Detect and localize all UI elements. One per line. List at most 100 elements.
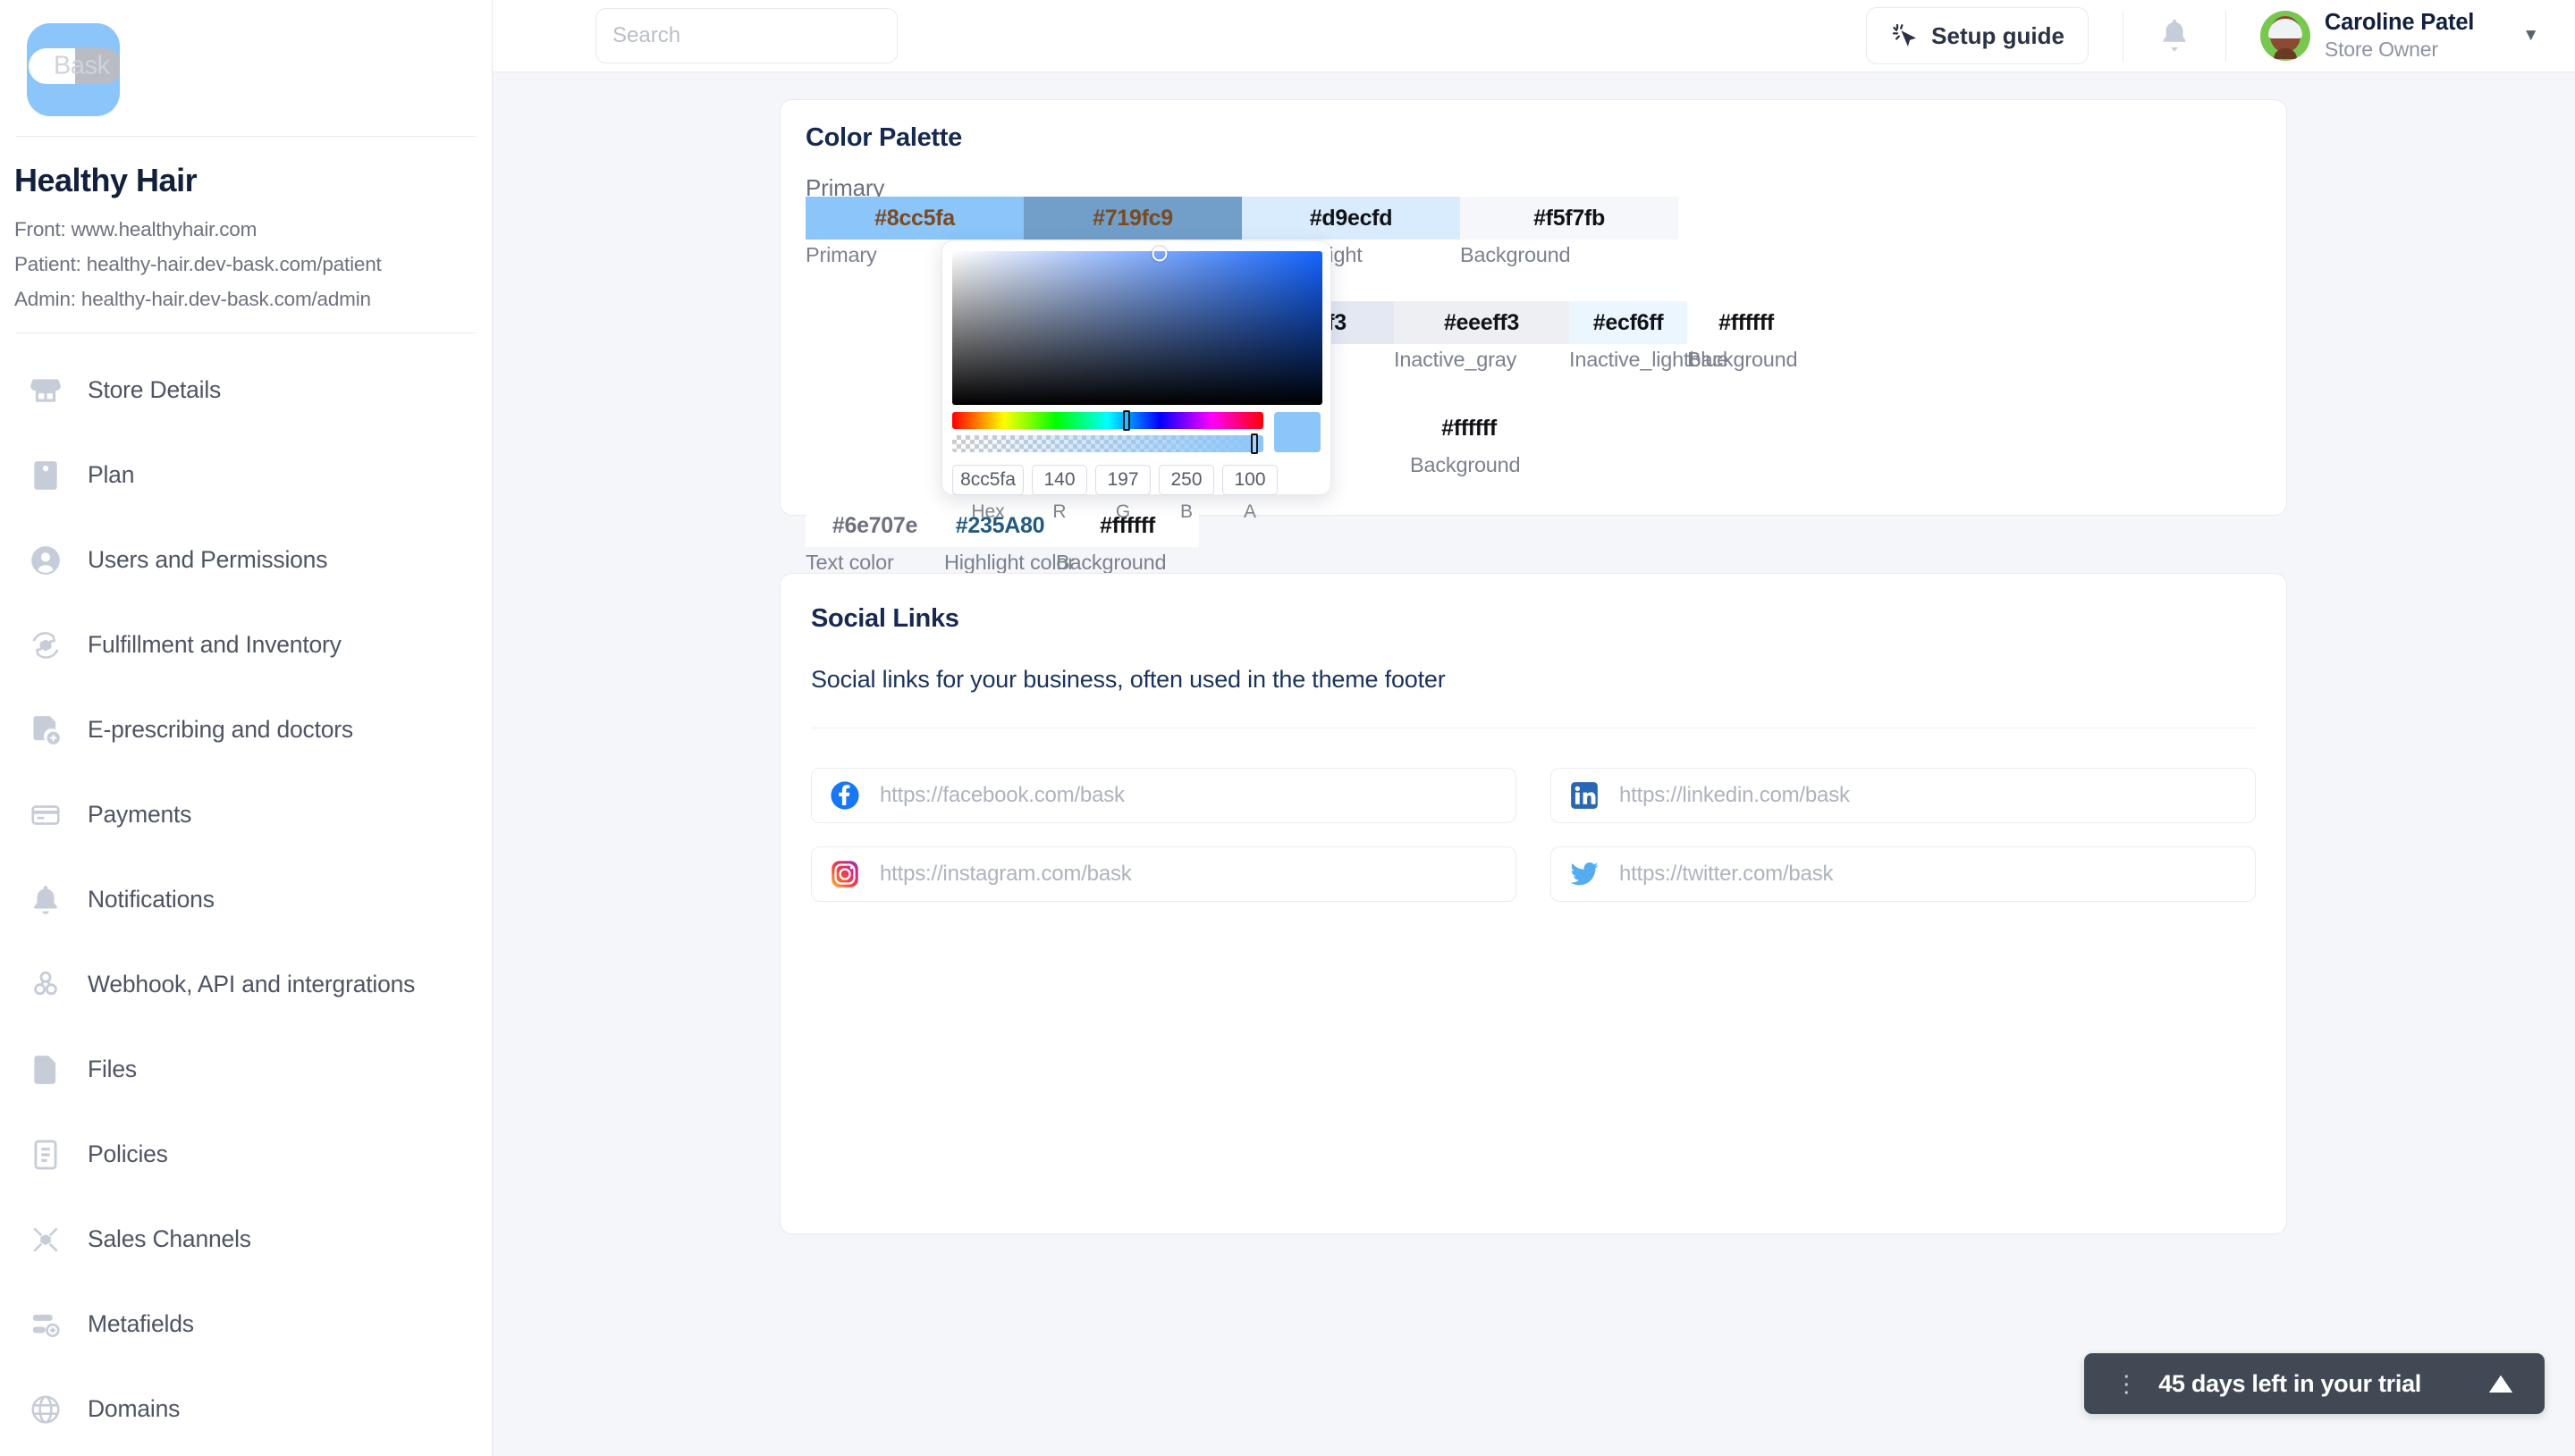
color-swatch[interactable]: #719fc9	[1024, 197, 1242, 240]
content-scroll-area: Color Palette Primary #8cc5fa Primary #7…	[493, 72, 2575, 1456]
user-text-block: Caroline Patel Store Owner	[2325, 9, 2474, 63]
setup-guide-button[interactable]: Setup guide	[1866, 7, 2089, 64]
picker-bars-row	[952, 410, 1321, 454]
swatch-hex: #ecf6ff	[1592, 309, 1664, 335]
color-swatch[interactable]: #ecf6ff	[1569, 301, 1687, 344]
hue-slider[interactable]	[952, 410, 1263, 431]
color-swatch[interactable]: #ffffff	[1687, 301, 1805, 344]
storefront-icon	[27, 372, 64, 409]
color-swatch[interactable]: #6e707e	[806, 504, 944, 547]
kebab-menu-icon[interactable]: ⋮	[2115, 1372, 2139, 1395]
social-links-subtitle: Social links for your business, often us…	[811, 666, 1446, 693]
g-input[interactable]	[1095, 465, 1151, 495]
color-palette-inner: Color Palette Primary #8cc5fa Primary #7…	[781, 100, 2286, 574]
hex-input[interactable]	[952, 465, 1024, 495]
search-input[interactable]: Search	[595, 8, 898, 63]
b-field-group: B	[1159, 465, 1214, 523]
instagram-url-input[interactable]: https://instagram.com/bask	[811, 846, 1516, 902]
social-links-inner: Social Links Social links for your busin…	[781, 574, 2286, 902]
logo-container[interactable]: Bask	[0, 0, 492, 116]
user-circle-icon	[27, 542, 64, 579]
user-menu[interactable]: Caroline Patel Store Owner ▼	[2259, 9, 2539, 63]
user-name: Caroline Patel	[2324, 10, 2475, 35]
sidebar-item-label: Notifications	[88, 886, 215, 913]
box-refresh-icon	[27, 627, 64, 664]
sidebar-item-label: Files	[88, 1056, 137, 1082]
saturation-value-area[interactable]	[952, 246, 1322, 405]
plan-card-icon	[27, 457, 64, 494]
store-url-admin: Admin: healthy-hair.dev-bask.com/admin	[14, 288, 371, 310]
trial-banner[interactable]: ⋮ 45 days left in your trial	[2084, 1353, 2545, 1414]
color-swatch[interactable]: #eeeff3	[1394, 301, 1569, 344]
swatch-hex: #ffffff	[1441, 415, 1497, 441]
hue-slider-handle[interactable]	[1123, 410, 1131, 431]
color-palette-card: Color Palette Primary #8cc5fa Primary #7…	[780, 99, 2287, 574]
palette-row-primary: #8cc5fa Primary #719fc9 Primary_dark	[806, 197, 1678, 266]
sidebar-item-payments[interactable]: Payments	[0, 772, 492, 857]
file-icon	[27, 1051, 64, 1089]
facebook-placeholder: https://facebook.com/bask	[880, 783, 1125, 807]
sidebar-item-policies[interactable]: Policies	[0, 1112, 492, 1197]
swatch-hex: #8cc5fa	[874, 205, 955, 231]
search-placeholder: Search	[612, 23, 681, 47]
instagram-placeholder: https://instagram.com/bask	[880, 862, 1132, 886]
main-area: Search Setup guide Caroline Patel Store …	[493, 0, 2575, 1456]
color-swatch[interactable]: #f5f7fb	[1460, 197, 1678, 240]
a-label: A	[1243, 501, 1256, 522]
color-swatch[interactable]: #d9ecfd	[1242, 197, 1460, 240]
notifications-bell-icon[interactable]	[2157, 16, 2191, 55]
sidebar-item-notifications[interactable]: Notifications	[0, 857, 492, 942]
social-links-grid: https://facebook.com/bask https://linked…	[811, 768, 2256, 902]
a-input[interactable]	[1222, 465, 1278, 495]
sidebar-item-domains[interactable]: Domains	[0, 1367, 492, 1452]
sidebar-nav: Store Details Plan Users and Permissions…	[0, 333, 492, 1452]
r-field-group: R	[1032, 465, 1087, 523]
sidebar-item-e-prescribing-and-doctors[interactable]: E-prescribing and doctors	[0, 687, 492, 772]
swatch-label: Background	[1410, 453, 1521, 476]
instagram-icon	[830, 859, 860, 889]
sidebar-item-files[interactable]: Files	[0, 1027, 492, 1112]
globe-icon	[27, 1391, 64, 1428]
sidebar-item-plan[interactable]: Plan	[0, 433, 492, 518]
sidebar-item-webhook-api-and-intergrations[interactable]: Webhook, API and intergrations	[0, 942, 492, 1027]
a-field-group: A	[1222, 465, 1278, 523]
metafields-icon	[27, 1306, 64, 1343]
picker-value-fields: Hex R G B	[952, 465, 1321, 523]
setup-guide-label: Setup guide	[1931, 21, 2064, 49]
facebook-url-input[interactable]: https://facebook.com/bask	[811, 768, 1516, 823]
sidebar-item-metafields[interactable]: Metafields	[0, 1282, 492, 1367]
swatch-hex: #ffffff	[1718, 309, 1774, 335]
linkedin-url-input[interactable]: https://linkedin.com/bask	[1550, 768, 2256, 823]
sidebar-item-sales-channels[interactable]: Sales Channels	[0, 1197, 492, 1282]
alpha-slider[interactable]	[952, 433, 1263, 454]
sidebar-item-label: Policies	[88, 1140, 168, 1167]
social-links-title: Social Links	[811, 604, 959, 633]
picker-cursor-handle[interactable]	[1152, 246, 1168, 262]
sidebar-item-fulfillment-and-inventory[interactable]: Fulfillment and Inventory	[0, 602, 492, 687]
topbar-divider-2	[2225, 10, 2226, 62]
social-links-card: Social Links Social links for your busin…	[780, 573, 2287, 1234]
picker-sliders	[952, 410, 1263, 454]
sidebar-item-store-details[interactable]: Store Details	[0, 348, 492, 433]
sidebar-item-label: Fulfillment and Inventory	[88, 631, 342, 658]
triangle-up-icon[interactable]	[2487, 1372, 2514, 1395]
twitter-url-input[interactable]: https://twitter.com/bask	[1550, 846, 2256, 902]
chevron-down-icon[interactable]: ▼	[2522, 26, 2539, 46]
swatch-label: Background	[1056, 551, 1167, 574]
payment-card-icon	[27, 796, 64, 834]
store-name: Healthy Hair	[14, 162, 198, 198]
sparkle-cursor-icon	[1890, 21, 1919, 50]
b-input[interactable]	[1159, 465, 1214, 495]
app-root: Bask Healthy Hair Front: www.healthyhair…	[0, 0, 2575, 1456]
hex-label: Hex	[971, 501, 1005, 522]
linkedin-icon	[1569, 780, 1600, 811]
swatch-label: Background	[1460, 243, 1571, 266]
sidebar-item-users-and-permissions[interactable]: Users and Permissions	[0, 518, 492, 602]
r-input[interactable]	[1032, 465, 1087, 495]
color-picker-popover[interactable]: Hex R G B	[941, 240, 1331, 522]
swatch-label: Inactive_gray	[1394, 348, 1517, 371]
sidebar-item-label: Webhook, API and intergrations	[88, 971, 416, 997]
alpha-slider-handle[interactable]	[1250, 433, 1258, 454]
color-swatch[interactable]: #8cc5fa	[806, 197, 1024, 240]
color-swatch[interactable]: #ffffff	[1410, 407, 1528, 450]
